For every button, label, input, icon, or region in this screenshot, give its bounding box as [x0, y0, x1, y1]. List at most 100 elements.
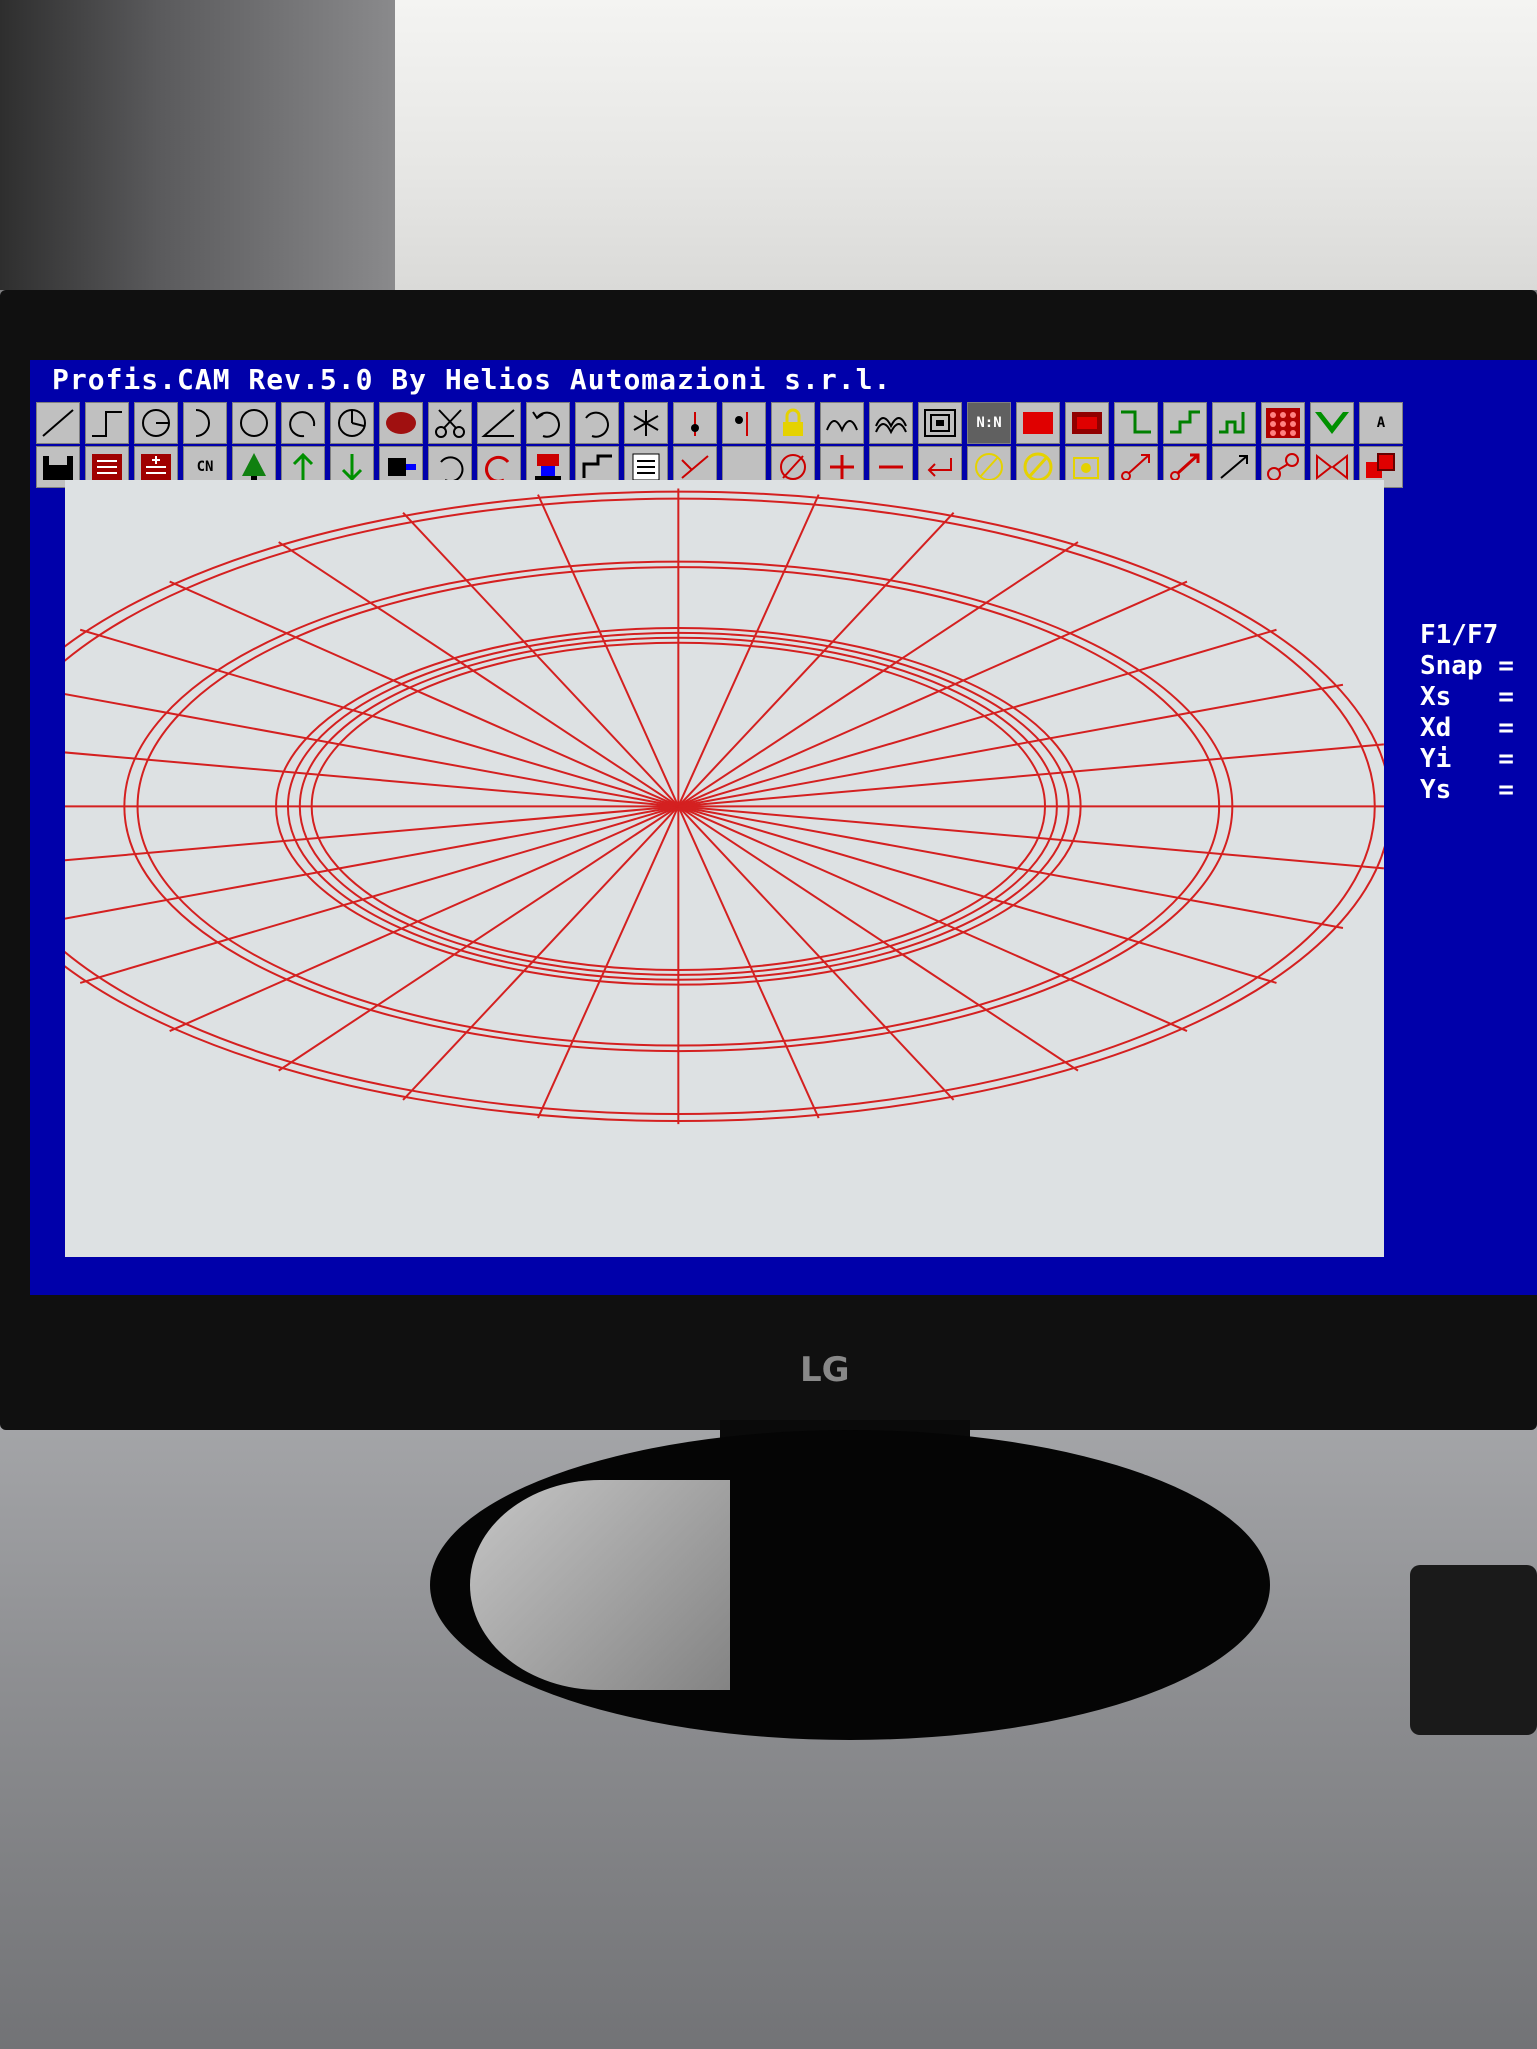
tool-button-text[interactable]: A	[1359, 402, 1403, 444]
link-icon	[1267, 453, 1299, 481]
tool-button-arrow-point-2[interactable]	[722, 402, 766, 444]
tool-button-arc[interactable]	[183, 402, 227, 444]
gear-question-icon	[1073, 457, 1099, 479]
tool-button-angle[interactable]	[477, 402, 521, 444]
step-up-icon	[1170, 410, 1200, 434]
red-frame-icon	[1072, 412, 1102, 434]
slash-circle-2-icon	[1023, 452, 1053, 482]
background-wall	[0, 0, 395, 290]
drawing-canvas[interactable]	[30, 480, 1398, 1257]
tool-button-undo-arc[interactable]	[526, 402, 570, 444]
scissors-icon	[435, 409, 465, 438]
mirror-icon	[1316, 453, 1348, 481]
minus-icon	[879, 465, 903, 469]
slash-circle-icon	[975, 453, 1003, 481]
concentric-square-icon	[924, 409, 956, 437]
radial-line	[402, 805, 680, 1101]
radial-line	[169, 805, 679, 1032]
tool-button-wave[interactable]	[820, 402, 864, 444]
tool-button-grid-dots[interactable]	[1261, 402, 1305, 444]
circle-icon	[240, 409, 268, 437]
lock-icon	[783, 408, 803, 436]
wireless-receiver	[1410, 1565, 1537, 1735]
blank-icon	[725, 450, 763, 484]
wave-icon	[826, 420, 858, 433]
monitor-bezel: Profis.CAM Rev.5.0 By Helios Automazioni…	[0, 290, 1537, 1677]
save-icon	[43, 456, 73, 480]
arrow-down-icon	[341, 454, 363, 482]
pie-icon	[338, 409, 366, 437]
diagonal-arrow-2-icon	[1170, 453, 1200, 481]
list-2-icon	[632, 453, 660, 481]
tool-button-circle[interactable]	[232, 402, 276, 444]
tool-button-lock[interactable]	[771, 402, 815, 444]
monitor-brand-logo: LG	[800, 1350, 850, 1390]
tool-button-step-down[interactable]	[1114, 402, 1158, 444]
cam-drawing	[30, 488, 1398, 1125]
angle-icon	[481, 409, 515, 437]
cross-arrow-icon	[681, 455, 709, 479]
nn-icon: N:N	[976, 415, 1002, 431]
tool-button-arc-open[interactable]	[281, 402, 325, 444]
tool-button-undo-arc-2[interactable]	[575, 402, 619, 444]
radial-line	[678, 805, 1344, 929]
tool-button-scissors[interactable]	[428, 402, 472, 444]
tree-icon	[242, 453, 266, 482]
step-multi-icon	[1219, 412, 1245, 434]
diameter-icon	[780, 454, 806, 480]
list-plus-icon	[141, 454, 171, 480]
tool-button-step-line[interactable]	[85, 402, 129, 444]
side-panel: F1/F7 Snap = Xs = Xd = Yi = Ys =	[1420, 620, 1514, 806]
side-panel-line: Yi =	[1420, 744, 1514, 774]
side-panel-line: Ys =	[1420, 775, 1514, 805]
tool-button-multi-wave[interactable]	[869, 402, 913, 444]
radial-line	[678, 683, 1344, 808]
background-window	[395, 0, 1537, 290]
diagonal-arrow-icon	[1121, 454, 1150, 481]
side-panel-line: Snap =	[1420, 651, 1514, 681]
arc-open-icon	[289, 411, 316, 438]
radial-line	[30, 748, 679, 808]
tool-button-filled-ellipse[interactable]	[379, 402, 423, 444]
toolbar-row-1: N:N A	[36, 402, 1408, 446]
tool-icon	[388, 458, 416, 476]
plus-icon	[830, 455, 854, 479]
tool-button-nn[interactable]: N:N	[967, 402, 1011, 444]
step-down-icon	[1121, 410, 1151, 434]
red-cubes-icon	[1366, 453, 1395, 478]
window-title: Profis.CAM Rev.5.0 By Helios Automazioni…	[52, 363, 892, 396]
undo-arc-icon	[532, 411, 560, 438]
side-panel-line: F1/F7	[1420, 620, 1499, 650]
radial-line	[402, 512, 680, 808]
tool-button-arrow-point[interactable]	[673, 402, 717, 444]
tool-button-red-frame[interactable]	[1065, 402, 1109, 444]
tool-button-step-up[interactable]	[1163, 402, 1207, 444]
red-rect-icon	[1023, 412, 1053, 434]
rotate-right-icon	[485, 455, 510, 483]
tool-button-red-rect[interactable]	[1016, 402, 1060, 444]
side-panel-line: Xd =	[1420, 713, 1514, 743]
radial-line	[30, 805, 679, 865]
list-icon	[92, 454, 122, 480]
machine-icon	[535, 454, 561, 482]
tool-button-concentric-square[interactable]	[918, 402, 962, 444]
tool-button-step-multi[interactable]	[1212, 402, 1256, 444]
green-chevron-icon	[1315, 412, 1349, 434]
radial-line	[169, 580, 679, 808]
diagonal-arrow-3-icon	[1220, 455, 1248, 479]
step-corner-icon	[582, 454, 612, 478]
tool-button-pie[interactable]	[330, 402, 374, 444]
rotate-left-icon	[440, 456, 464, 483]
grid-dots-icon	[1266, 408, 1300, 438]
tool-button-asterisk[interactable]	[624, 402, 668, 444]
arrow-up-icon	[292, 452, 314, 480]
tool-button-green-chevron[interactable]	[1310, 402, 1354, 444]
circle-center-icon	[142, 409, 170, 437]
arc-icon	[195, 409, 210, 437]
tool-button-line[interactable]	[36, 402, 80, 444]
side-panel-line: Xs =	[1420, 682, 1514, 712]
tool-button-circle-center[interactable]	[134, 402, 178, 444]
cn-icon: CN	[196, 459, 214, 475]
multi-wave-icon	[875, 417, 907, 435]
radial-line	[677, 805, 955, 1101]
